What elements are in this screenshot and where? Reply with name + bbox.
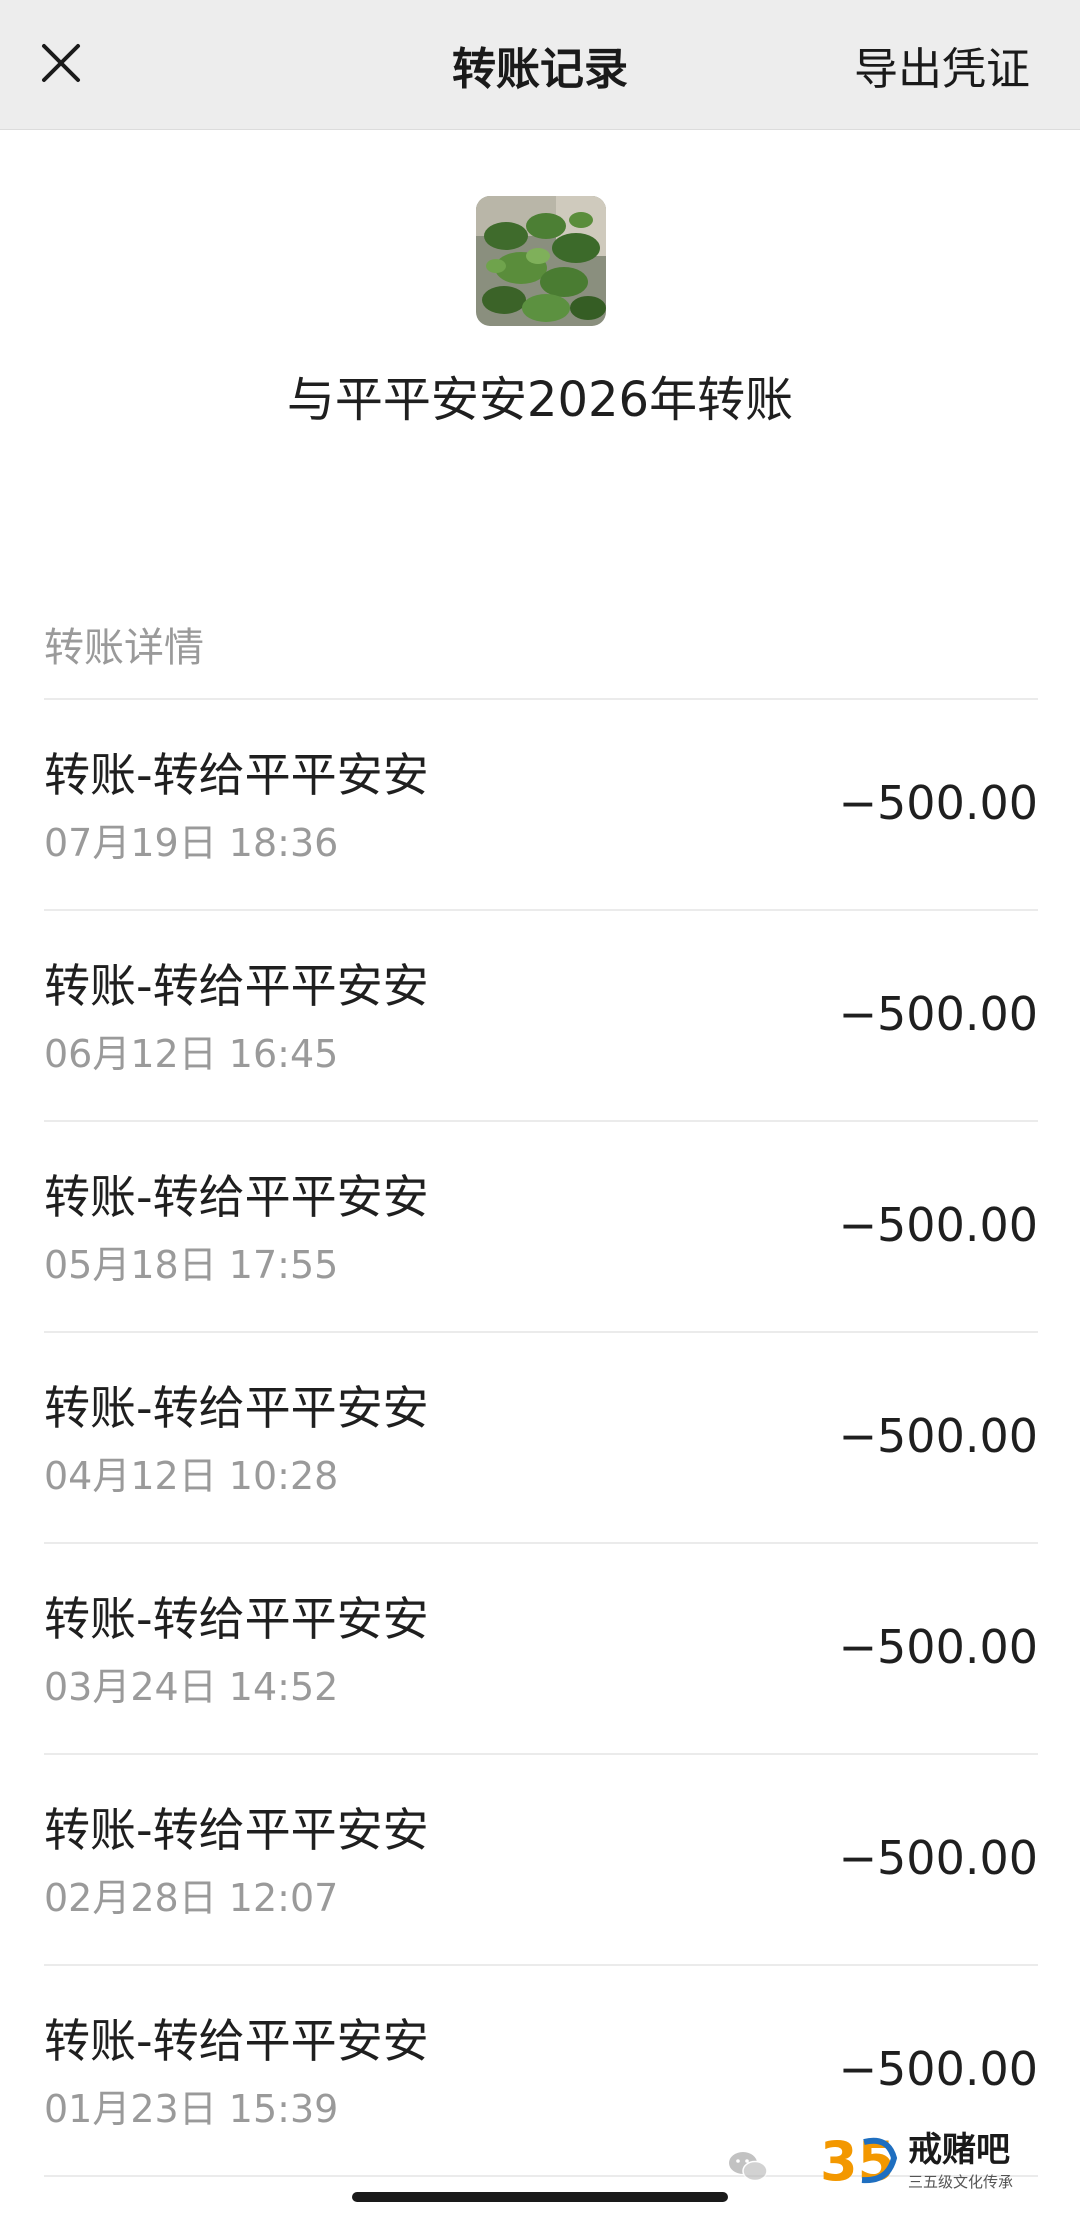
transfer-amount: −500.00 [838, 2042, 1039, 2096]
transfer-time: 04月12日 10:28 [44, 1454, 339, 1498]
transfer-row[interactable]: 转账-转给平平安安 03月24日 14:52 −500.00 [44, 1544, 1038, 1755]
transfer-list: 转账-转给平平安安 07月19日 18:36 −500.00 转账-转给平平安安… [44, 698, 1038, 2177]
transfer-time: 05月18日 17:55 [44, 1243, 339, 1287]
transfer-row[interactable]: 转账-转给平平安安 04月12日 10:28 −500.00 [44, 1333, 1038, 1544]
transfer-title: 转账-转给平平安安 [44, 1592, 429, 1646]
svg-text:35: 35 [820, 2130, 895, 2190]
section-label: 转账详情 [44, 625, 204, 671]
transfer-summary-title: 与平平安安2026年转账 [286, 372, 794, 428]
transfer-amount: −500.00 [838, 1831, 1039, 1885]
transfer-amount: −500.00 [838, 1409, 1039, 1463]
transfer-time: 06月12日 16:45 [44, 1032, 339, 1076]
transfer-row[interactable]: 转账-转给平平安安 05月18日 17:55 −500.00 [44, 1122, 1038, 1333]
transfer-title: 转账-转给平平安安 [44, 1381, 429, 1435]
transfer-amount: −500.00 [838, 1620, 1039, 1674]
transfer-time: 01月23日 15:39 [44, 2087, 339, 2131]
brand-logo: 35 [818, 2128, 898, 2193]
transfer-title: 转账-转给平平安安 [44, 748, 429, 802]
watermark-name: 戒赌吧 [908, 2130, 1010, 2170]
transfer-title: 转账-转给平平安安 [44, 959, 429, 1013]
transfer-row[interactable]: 转账-转给平平安安 06月12日 16:45 −500.00 [44, 911, 1038, 1122]
home-indicator[interactable] [352, 2192, 728, 2202]
watermark-subtitle: 三五级文化传承 [908, 2173, 1014, 2191]
transfer-amount: −500.00 [838, 776, 1039, 830]
close-icon[interactable] [36, 38, 86, 88]
plant-avatar[interactable] [476, 196, 606, 326]
nav-bar: 转账记录 导出凭证 [0, 0, 1080, 130]
transfer-amount: −500.00 [838, 1198, 1039, 1252]
transfer-row[interactable]: 转账-转给平平安安 07月19日 18:36 −500.00 [44, 700, 1038, 911]
wechat-icon [728, 2150, 768, 2184]
transfer-amount: −500.00 [838, 987, 1039, 1041]
transfer-records-page: 转账记录 导出凭证 与平平安安2026年转账 转账详情 转账-转给平平安安 07… [0, 0, 1080, 2219]
transfer-title: 转账-转给平平安安 [44, 1803, 429, 1857]
transfer-time: 07月19日 18:36 [44, 821, 339, 865]
transfer-title: 转账-转给平平安安 [44, 1170, 429, 1224]
transfer-time: 02月28日 12:07 [44, 1876, 339, 1920]
transfer-row[interactable]: 转账-转给平平安安 02月28日 12:07 −500.00 [44, 1755, 1038, 1966]
transfer-time: 03月24日 14:52 [44, 1665, 339, 1709]
export-voucher-button[interactable]: 导出凭证 [854, 0, 1030, 130]
transfer-title: 转账-转给平平安安 [44, 2014, 429, 2068]
